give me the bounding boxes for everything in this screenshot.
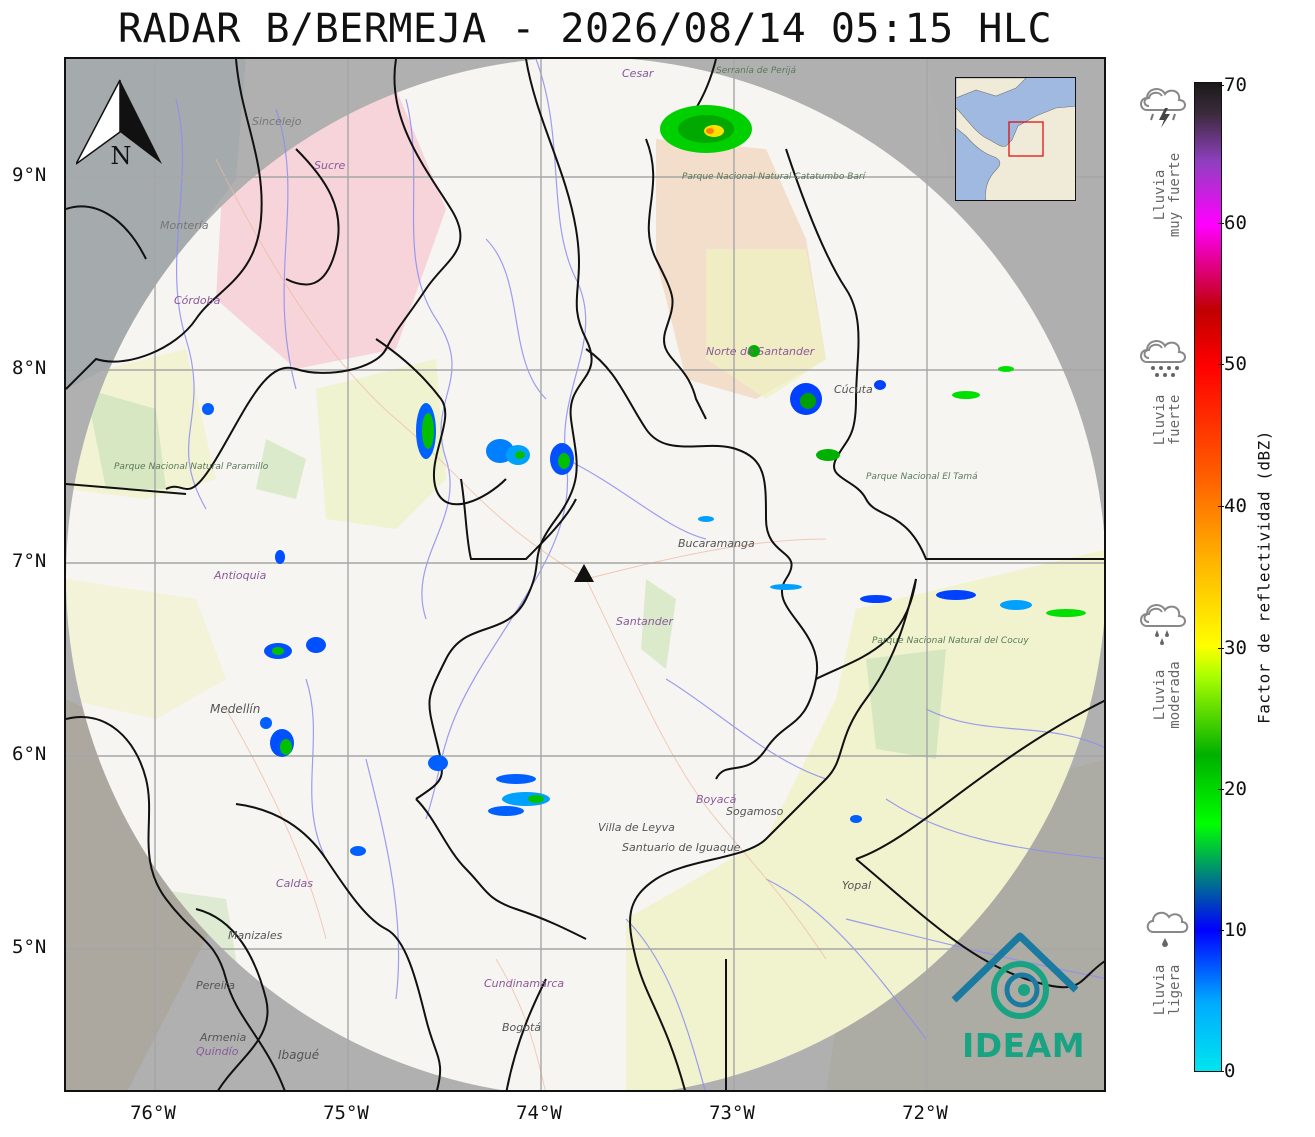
place-label-perija: Serranía de Perijá <box>716 66 797 76</box>
place-label-manizales: Manizales <box>228 929 283 942</box>
place-label-sincelejo: Sincelejo <box>252 115 302 128</box>
place-label-yopal: Yopal <box>842 879 871 892</box>
place-label-santander: Santander <box>616 615 674 628</box>
place-label-catatumbo: Parque Nacional Natural Catatumbo Barí <box>682 172 867 182</box>
place-label-cesar: Cesar <box>622 67 655 80</box>
lon-label: 73°W <box>709 1102 755 1124</box>
place-label-cundinamarca: Cundinamarca <box>484 977 564 990</box>
moderate-rain-cloud-icon <box>1140 604 1186 645</box>
rain-label-heavy: Lluvia fuerte <box>1152 394 1183 446</box>
place-label-bucaramanga: Bucaramanga <box>678 537 755 550</box>
place-label-medellin: Medellín <box>210 702 260 716</box>
colorbar-tick: 10 <box>1218 919 1247 941</box>
colorbar-tick: 40 <box>1218 495 1247 517</box>
colorbar-tick: 60 <box>1218 212 1247 234</box>
lat-label: 8°N <box>12 357 47 379</box>
place-label-cocuy: Parque Nacional Natural del Cocuy <box>872 636 1029 646</box>
thunderstorm-cloud-icon <box>1140 88 1186 128</box>
place-label-paramillo: Parque Nacional Natural Paramillo <box>114 462 269 472</box>
colorbar-tick: 50 <box>1218 353 1247 375</box>
rain-label-moderate: Lluvia moderada <box>1152 661 1183 729</box>
rain-label-very-heavy: Lluvia muy fuerte <box>1152 152 1183 238</box>
lat-label: 6°N <box>12 743 47 765</box>
place-label-quindio: Quindío <box>196 1045 239 1058</box>
rain-label-light: Lluvia ligera <box>1152 964 1183 1016</box>
page-title: RADAR B/BERMEJA - 2026/08/14 05:15 HLC <box>117 6 1053 52</box>
triangle-marker-icon <box>574 564 594 582</box>
colorbar-tick: 70 <box>1218 74 1247 96</box>
lon-label: 72°W <box>902 1102 948 1124</box>
light-rain-cloud-icon <box>1146 911 1189 947</box>
place-label-bogota: Bogotá <box>502 1021 541 1034</box>
ideam-logo-icon <box>951 932 1079 1019</box>
lon-label: 76°W <box>130 1102 176 1124</box>
lon-label: 75°W <box>323 1102 369 1124</box>
place-label-norte-santander: Norte de Santander <box>706 345 816 358</box>
place-label-antioquia: Antioquia <box>213 569 267 582</box>
place-label-tama: Parque Nacional El Tamá <box>866 472 978 482</box>
place-label-iguaque: Santuario de Iguaque <box>622 841 741 854</box>
place-label-sogamoso: Sogamoso <box>726 805 784 818</box>
colorbar-tick: 30 <box>1218 637 1247 659</box>
place-label-caldas: Caldas <box>276 877 313 890</box>
colorbar-title: Factor de reflectividad (dBZ) <box>1254 430 1274 724</box>
colorbar-tick: 20 <box>1218 778 1247 800</box>
ideam-logo-text: IDEAM <box>962 1026 1086 1065</box>
north-arrow-label: N <box>111 142 132 170</box>
reflectivity-colorbar <box>1194 82 1222 1072</box>
place-label-cordoba: Córdoba <box>174 294 221 307</box>
place-label-armenia: Armenia <box>199 1031 247 1044</box>
place-label-pereira: Pereira <box>196 979 235 992</box>
north-arrow-icon: N <box>76 79 162 170</box>
locator-inset-map <box>955 77 1076 201</box>
lat-label: 5°N <box>12 936 47 958</box>
lat-label: 7°N <box>12 550 47 572</box>
lon-label: 74°W <box>516 1102 562 1124</box>
place-label-ibague: Ibagué <box>278 1048 319 1062</box>
place-label-villa-de-leyva: Villa de Leyva <box>598 821 675 834</box>
colorbar-tick: 0 <box>1217 1060 1236 1082</box>
heavy-rain-cloud-icon <box>1140 340 1186 377</box>
place-label-cucuta: Cúcuta <box>834 383 873 396</box>
lat-label: 9°N <box>12 164 47 186</box>
place-label-sucre: Sucre <box>314 159 346 172</box>
place-label-monteria: Montería <box>160 219 209 232</box>
